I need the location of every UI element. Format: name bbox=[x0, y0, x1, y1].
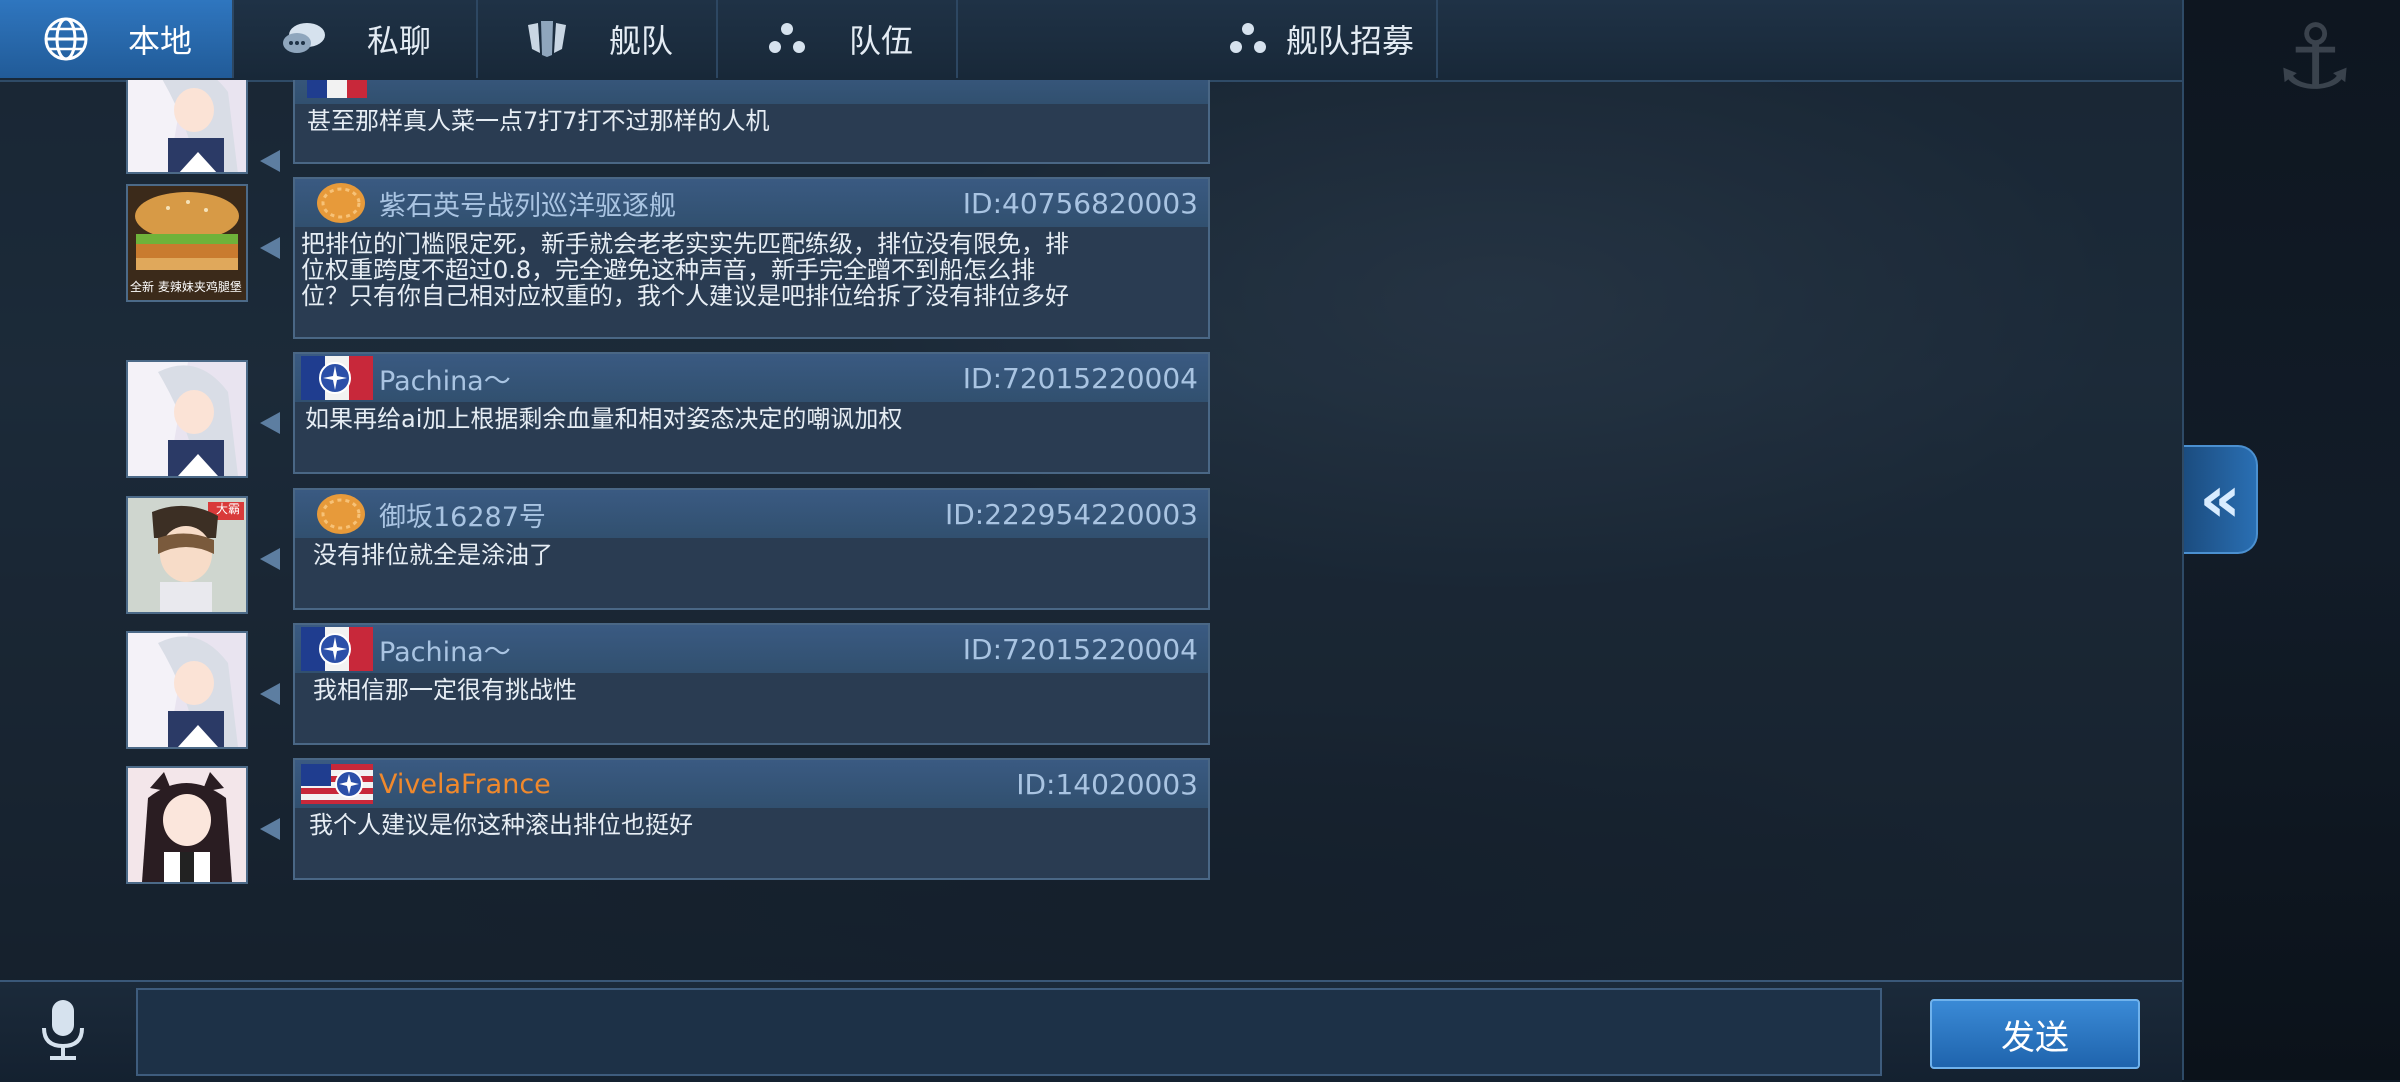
send-button[interactable]: 发送 bbox=[1930, 999, 2140, 1069]
tab-label: 私聊 bbox=[366, 22, 431, 60]
sender-name[interactable]: 御坂16287号 bbox=[379, 495, 546, 534]
bubble-pointer bbox=[260, 683, 280, 705]
sender-id: ID:72015220004 bbox=[962, 362, 1198, 395]
message-text: 把排位的门槛限定死，新手就会老老实实先匹配练级，排位没有限免，排位权重跨度不超过… bbox=[301, 230, 1069, 310]
microphone-icon[interactable] bbox=[34, 998, 92, 1064]
chat-input-field[interactable] bbox=[136, 988, 1882, 1076]
sender-name[interactable]: Pachina～ bbox=[379, 359, 511, 398]
burger-avatar[interactable]: 全新 麦辣妹夹鸡腿堡 bbox=[126, 184, 248, 302]
globe-icon bbox=[40, 13, 92, 65]
send-button-label: 发送 bbox=[2001, 1017, 2069, 1058]
chat-message-list[interactable]: 甚至那样真人菜一点7打7打不过那样的人机 全新 麦辣妹夹鸡腿堡 紫石英号战列巡洋… bbox=[0, 80, 2182, 980]
message-bubble: VivelaFrance ID:14020003 我个人建议是你这种滚出排位也挺… bbox=[293, 758, 1210, 880]
france-flag-icon bbox=[301, 356, 373, 400]
avatar-caption: 大霸 bbox=[215, 502, 240, 516]
team-icon bbox=[761, 13, 813, 65]
tab-fleet-recruit[interactable]: 舰队招募 bbox=[958, 0, 1438, 78]
cookie-badge-icon bbox=[317, 494, 365, 534]
collapse-panel-button[interactable]: « bbox=[2184, 445, 2258, 554]
message-header: VivelaFrance ID:14020003 bbox=[295, 760, 1208, 808]
anime-girl-avatar[interactable] bbox=[126, 360, 248, 478]
message-bubble: 紫石英号战列巡洋驱逐舰 ID:40756820003 把排位的门槛限定死，新手就… bbox=[293, 177, 1210, 339]
anime-girl-avatar[interactable] bbox=[126, 631, 248, 749]
tab-label: 舰队 bbox=[608, 22, 673, 60]
us-flag-icon bbox=[301, 764, 373, 804]
tab-local[interactable]: 本地 bbox=[0, 0, 234, 78]
chat-bubbles-icon bbox=[279, 13, 331, 65]
message-text: 没有排位就全是涂油了 bbox=[313, 541, 553, 569]
message-bubble: Pachina～ ID:72015220004 如果再给ai加上根据剩余血量和相… bbox=[293, 352, 1210, 474]
tab-team[interactable]: 队伍 bbox=[718, 0, 958, 78]
sender-name[interactable]: Pachina～ bbox=[379, 630, 511, 669]
message-bubble: Pachina～ ID:72015220004 我相信那一定很有挑战性 bbox=[293, 623, 1210, 745]
avatar-caption: 全新 麦辣妹夹鸡腿堡 bbox=[130, 280, 242, 294]
message-text: 如果再给ai加上根据剩余血量和相对姿态决定的嘲讽加权 bbox=[305, 405, 903, 433]
message-bubble: 甚至那样真人菜一点7打7打不过那样的人机 bbox=[293, 80, 1210, 164]
tab-label: 本地 bbox=[127, 22, 192, 60]
bubble-pointer bbox=[260, 548, 280, 570]
message-text: 甚至那样真人菜一点7打7打不过那样的人机 bbox=[307, 107, 770, 135]
misaka-avatar[interactable]: 大霸 bbox=[126, 496, 248, 614]
message-header: 紫石英号战列巡洋驱逐舰 ID:40756820003 bbox=[295, 179, 1208, 227]
cookie-badge-icon bbox=[317, 183, 365, 223]
sender-id: ID:72015220004 bbox=[962, 633, 1198, 666]
message-bubble: 御坂16287号 ID:222954220003 没有排位就全是涂油了 bbox=[293, 488, 1210, 610]
double-chevron-left-icon: « bbox=[2199, 462, 2241, 537]
recruit-icon bbox=[1222, 13, 1274, 65]
chat-input-bar: 发送 bbox=[0, 980, 2182, 1082]
bubble-pointer bbox=[260, 150, 280, 172]
message-header bbox=[295, 80, 1208, 104]
chat-tab-bar: 本地 私聊 舰队 队伍 舰队招募 bbox=[0, 0, 2182, 82]
tab-label: 队伍 bbox=[848, 22, 913, 60]
anchor-logo-icon: ⚓ bbox=[2274, 5, 2356, 110]
tab-fleet[interactable]: 舰队 bbox=[478, 0, 718, 78]
fleet-shield-icon bbox=[521, 13, 573, 65]
message-text: 我相信那一定很有挑战性 bbox=[313, 676, 577, 704]
bubble-pointer bbox=[260, 237, 280, 259]
bubble-pointer bbox=[260, 412, 280, 434]
tab-private-chat[interactable]: 私聊 bbox=[234, 0, 478, 78]
sender-id: ID:14020003 bbox=[1016, 768, 1198, 801]
sender-name[interactable]: VivelaFrance bbox=[379, 769, 551, 800]
bubble-pointer bbox=[260, 818, 280, 840]
sender-name[interactable]: 紫石英号战列巡洋驱逐舰 bbox=[379, 184, 676, 223]
anime-girl-avatar[interactable] bbox=[126, 80, 248, 174]
tab-label: 舰队招募 bbox=[1285, 22, 1414, 60]
france-flag-icon bbox=[301, 627, 373, 671]
sender-id: ID:222954220003 bbox=[944, 498, 1198, 531]
message-header: Pachina～ ID:72015220004 bbox=[295, 625, 1208, 673]
catgirl-avatar[interactable] bbox=[126, 766, 248, 884]
message-header: 御坂16287号 ID:222954220003 bbox=[295, 490, 1208, 538]
message-text: 我个人建议是你这种滚出排位也挺好 bbox=[309, 811, 693, 839]
sender-id: ID:40756820003 bbox=[962, 187, 1198, 220]
message-header: Pachina～ ID:72015220004 bbox=[295, 354, 1208, 402]
france-flag-icon bbox=[307, 80, 367, 98]
